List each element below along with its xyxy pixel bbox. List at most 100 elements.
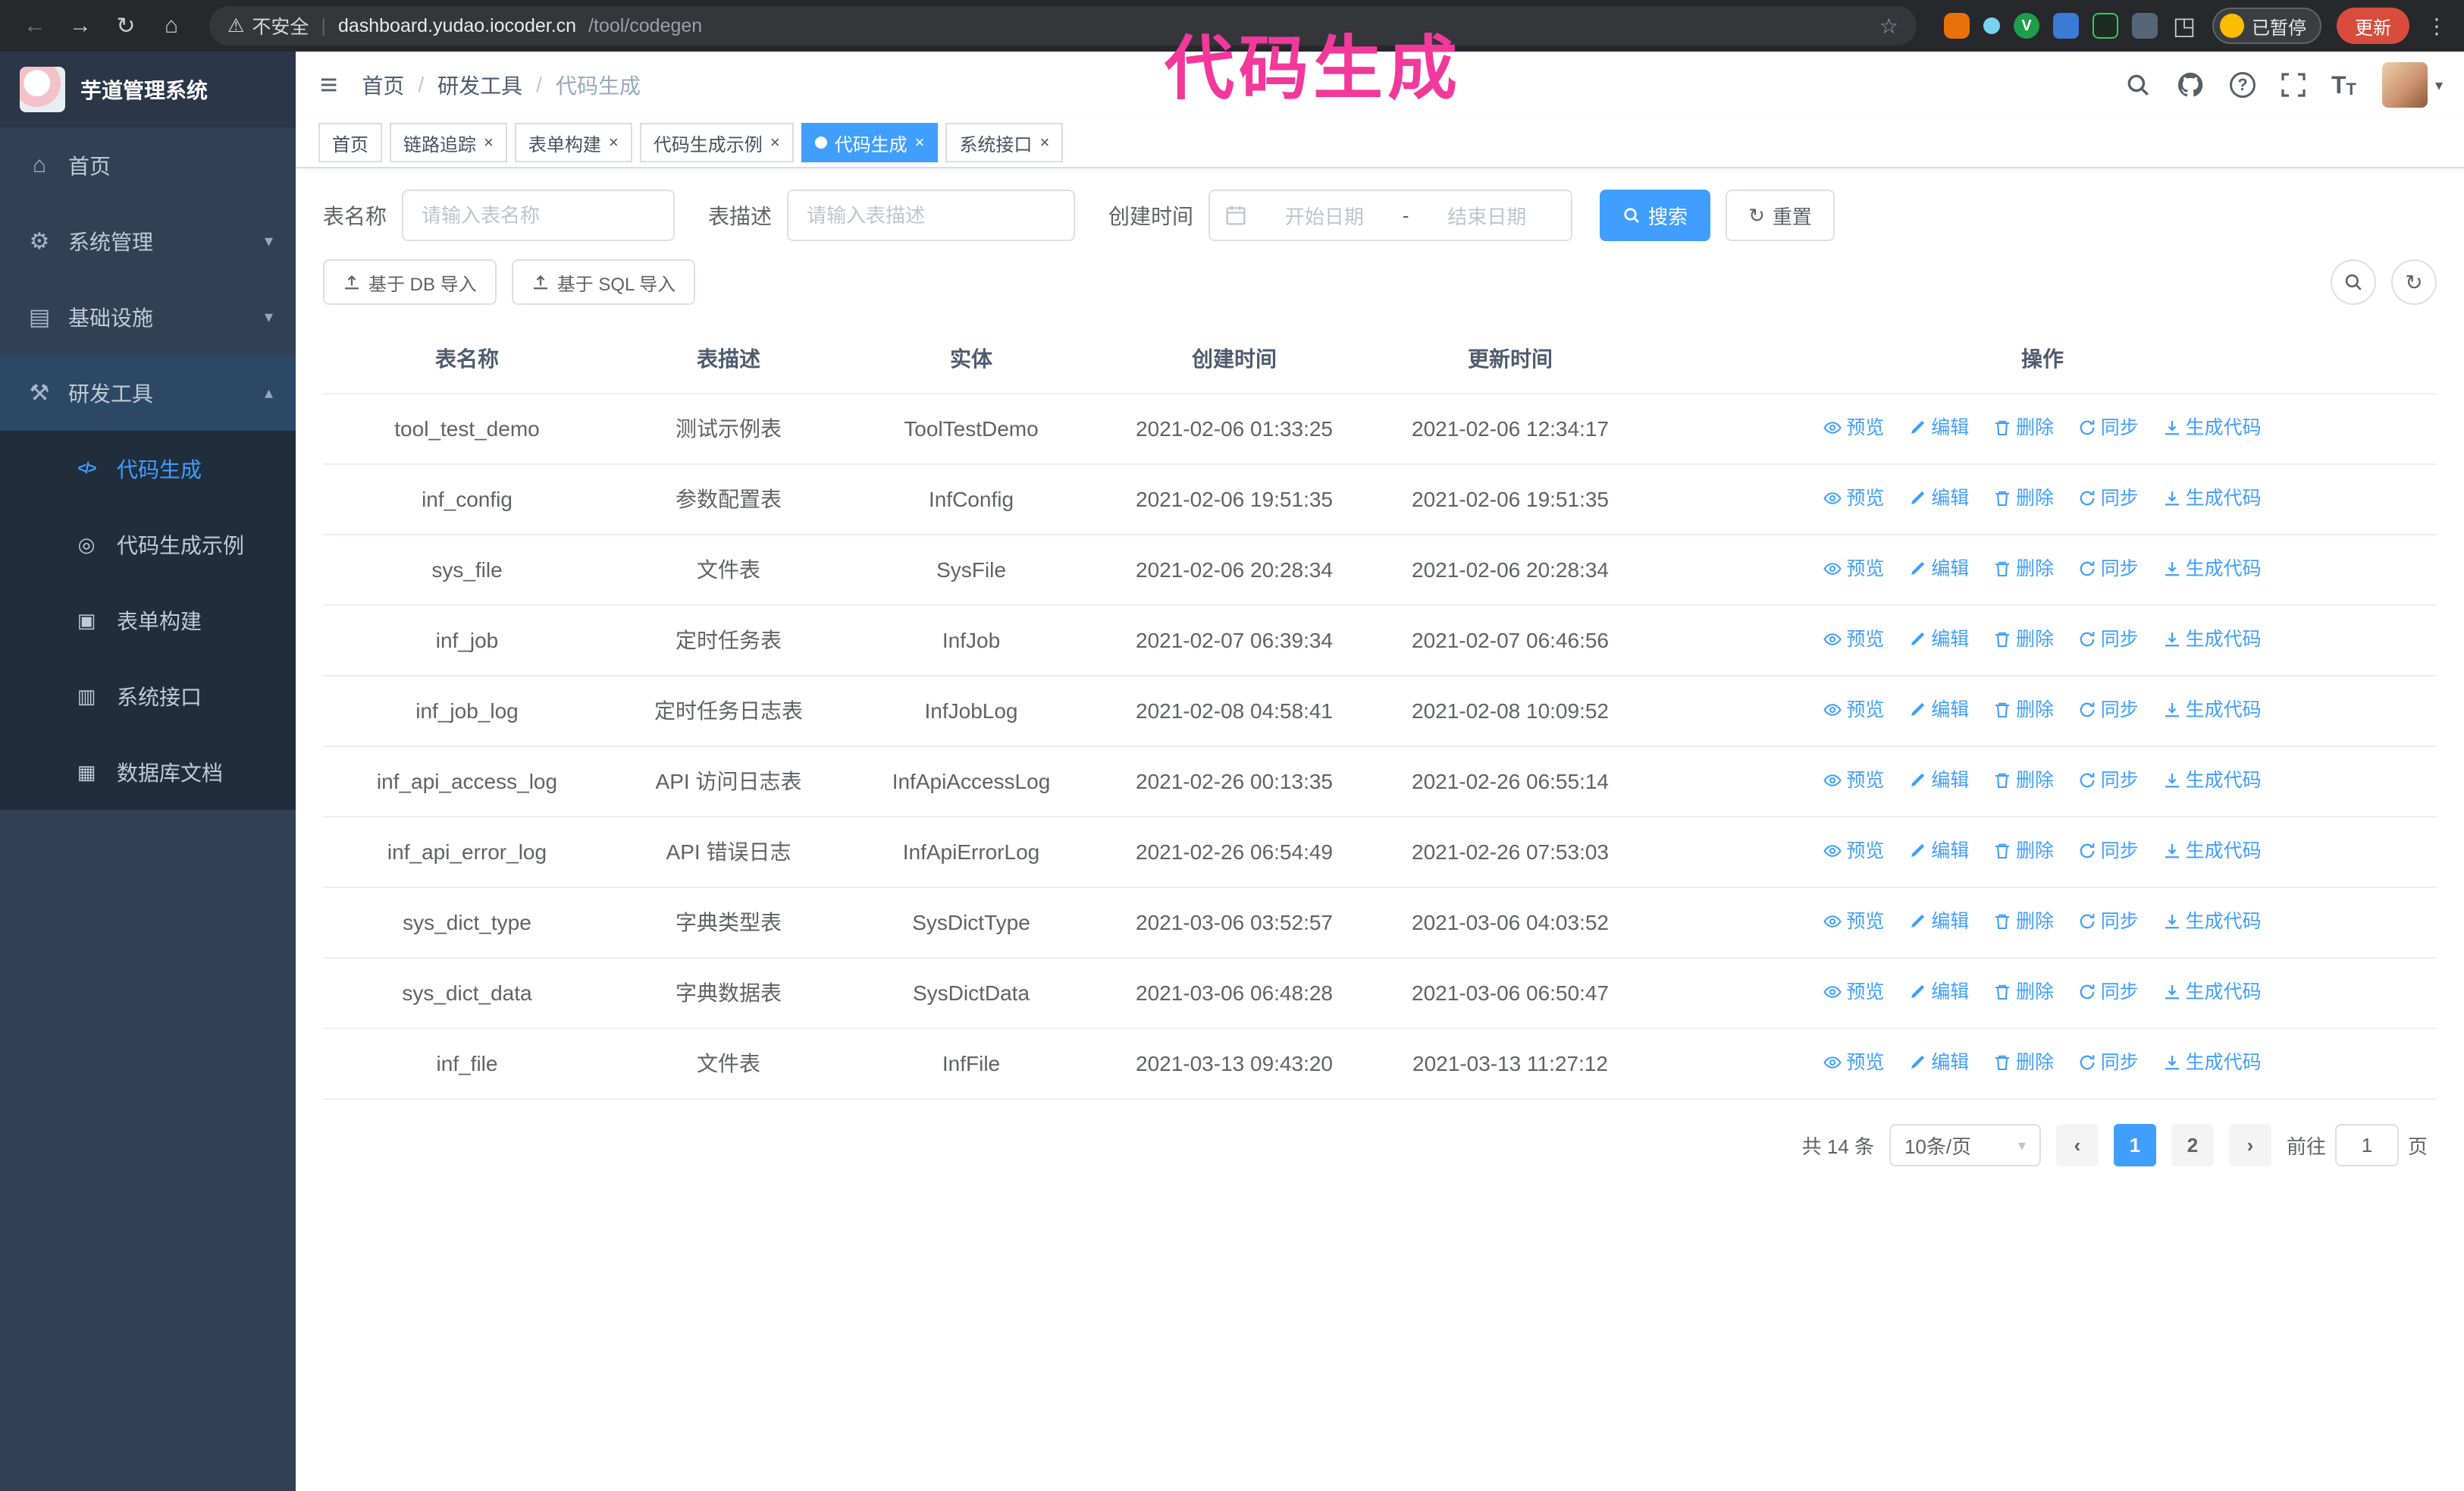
generate-code-link[interactable]: 生成代码 [2163, 764, 2262, 797]
sidebar-item-database-doc[interactable]: ▦ 数据库文档 [0, 734, 296, 810]
browser-reload-icon[interactable]: ↻ [106, 13, 146, 39]
import-db-button[interactable]: 基于 DB 导入 [323, 259, 497, 305]
breadcrumb-dev-tools[interactable]: 研发工具 [437, 70, 522, 100]
generate-code-link[interactable]: 生成代码 [2163, 482, 2262, 515]
sync-link[interactable]: 同步 [2078, 411, 2139, 444]
breadcrumb-home[interactable]: 首页 [362, 70, 404, 100]
edit-link[interactable]: 编辑 [1908, 834, 1969, 868]
delete-link[interactable]: 删除 [1993, 1046, 2054, 1079]
tab-form-builder[interactable]: 表单构建 × [514, 123, 632, 162]
help-icon[interactable]: ? [2229, 72, 2256, 98]
app-logo-row[interactable]: 芋道管理系统 [0, 52, 296, 127]
browser-forward-icon[interactable]: → [61, 13, 100, 39]
address-bar[interactable]: ⚠ 不安全 | dashboard.yudao.iocoder.cn/tool/… [209, 6, 1917, 46]
sidebar-item-codegen[interactable]: </> 代码生成 [0, 431, 296, 507]
date-range-picker[interactable]: 开始日期 - 结束日期 [1208, 190, 1573, 241]
delete-link[interactable]: 删除 [1993, 975, 2054, 1009]
close-icon[interactable]: × [609, 134, 619, 151]
edit-link[interactable]: 编辑 [1908, 764, 1969, 797]
tab-system-api[interactable]: 系统接口 × [945, 123, 1064, 162]
edit-link[interactable]: 编辑 [1908, 623, 1969, 656]
preview-link[interactable]: 预览 [1823, 552, 1884, 585]
edit-link[interactable]: 编辑 [1908, 693, 1969, 727]
toggle-search-button[interactable] [2331, 259, 2376, 305]
sidebar-item-system-management[interactable]: ⚙ 系统管理 ▾ [0, 203, 296, 279]
preview-link[interactable]: 预览 [1823, 905, 1884, 938]
sync-link[interactable]: 同步 [2078, 693, 2139, 727]
extension-icon-6[interactable] [2132, 13, 2158, 39]
goto-page-input[interactable] [2334, 1124, 2399, 1166]
sidebar-item-form-builder[interactable]: ▣ 表单构建 [0, 582, 296, 658]
delete-link[interactable]: 删除 [1993, 482, 2054, 515]
generate-code-link[interactable]: 生成代码 [2163, 693, 2262, 727]
sidebar-item-dev-tools[interactable]: ⚒ 研发工具 ▴ [0, 355, 296, 431]
security-warning[interactable]: ⚠ 不安全 [227, 12, 309, 39]
preview-link[interactable]: 预览 [1823, 1046, 1884, 1079]
prev-page-button[interactable]: ‹ [2055, 1124, 2099, 1166]
search-button[interactable]: 搜索 [1600, 190, 1711, 241]
browser-menu-icon[interactable]: ⋮ [2425, 14, 2449, 39]
delete-link[interactable]: 删除 [1993, 764, 2054, 797]
search-icon[interactable] [2125, 72, 2151, 98]
generate-code-link[interactable]: 生成代码 [2163, 975, 2262, 1009]
edit-link[interactable]: 编辑 [1908, 552, 1969, 585]
generate-code-link[interactable]: 生成代码 [2163, 552, 2262, 585]
preview-link[interactable]: 预览 [1823, 975, 1884, 1009]
profile-paused-badge[interactable]: 已暂停 [2212, 8, 2321, 44]
sync-link[interactable]: 同步 [2078, 482, 2139, 515]
delete-link[interactable]: 删除 [1993, 411, 2054, 444]
sidebar-item-home[interactable]: ⌂ 首页 [0, 127, 296, 203]
next-page-button[interactable]: › [2228, 1124, 2271, 1166]
page-button-2[interactable]: 2 [2171, 1124, 2214, 1166]
generate-code-link[interactable]: 生成代码 [2163, 905, 2262, 938]
user-menu[interactable]: ▾ [2381, 62, 2443, 108]
hamburger-icon[interactable]: ≡ [296, 68, 362, 102]
delete-link[interactable]: 删除 [1993, 834, 2054, 868]
refresh-table-button[interactable]: ↻ [2391, 259, 2437, 305]
tab-codegen[interactable]: 代码生成 × [801, 123, 939, 162]
table-name-input[interactable] [402, 190, 676, 241]
delete-link[interactable]: 删除 [1993, 693, 2054, 727]
tab-codegen-example[interactable]: 代码生成示例 × [639, 123, 794, 162]
extension-icon-1[interactable] [1944, 13, 1970, 39]
preview-link[interactable]: 预览 [1823, 764, 1884, 797]
sidebar-item-codegen-example[interactable]: ◎ 代码生成示例 [0, 507, 296, 582]
sync-link[interactable]: 同步 [2078, 834, 2139, 868]
table-desc-input[interactable] [787, 190, 1076, 241]
tab-trace[interactable]: 链路追踪 × [390, 123, 507, 162]
browser-home-icon[interactable]: ⌂ [152, 13, 191, 39]
preview-link[interactable]: 预览 [1823, 482, 1884, 515]
sidebar-item-system-api[interactable]: ▥ 系统接口 [0, 658, 296, 734]
preview-link[interactable]: 预览 [1823, 834, 1884, 868]
import-sql-button[interactable]: 基于 SQL 导入 [511, 259, 696, 305]
preview-link[interactable]: 预览 [1823, 411, 1884, 444]
sidebar-item-infrastructure[interactable]: ▤ 基础设施 ▾ [0, 279, 296, 355]
edit-link[interactable]: 编辑 [1908, 411, 1969, 444]
edit-link[interactable]: 编辑 [1908, 905, 1969, 938]
extension-icon-3[interactable]: V [2014, 13, 2039, 39]
sync-link[interactable]: 同步 [2078, 905, 2139, 938]
tab-home[interactable]: 首页 [318, 123, 382, 162]
preview-link[interactable]: 预览 [1823, 623, 1884, 656]
close-icon[interactable]: × [484, 134, 494, 151]
generate-code-link[interactable]: 生成代码 [2163, 623, 2262, 656]
delete-link[interactable]: 删除 [1993, 623, 2054, 656]
bookmark-star-icon[interactable]: ☆ [1879, 14, 1898, 39]
page-size-select[interactable]: 10条/页 ▾ [1889, 1124, 2041, 1166]
generate-code-link[interactable]: 生成代码 [2163, 1046, 2262, 1079]
generate-code-link[interactable]: 生成代码 [2163, 834, 2262, 868]
browser-update-button[interactable]: 更新 [2337, 8, 2409, 44]
sync-link[interactable]: 同步 [2078, 975, 2139, 1009]
github-icon[interactable] [2177, 71, 2204, 99]
page-button-1[interactable]: 1 [2113, 1124, 2156, 1166]
delete-link[interactable]: 删除 [1993, 905, 2054, 938]
reset-button[interactable]: ↻ 重置 [1726, 190, 1835, 241]
edit-link[interactable]: 编辑 [1908, 1046, 1969, 1079]
preview-link[interactable]: 预览 [1823, 693, 1884, 727]
extension-icon-5[interactable] [2093, 13, 2118, 39]
extension-icon-4[interactable] [2053, 13, 2079, 39]
close-icon[interactable]: × [1039, 134, 1049, 151]
fullscreen-icon[interactable] [2281, 73, 2306, 97]
edit-link[interactable]: 编辑 [1908, 975, 1969, 1009]
font-size-icon[interactable]: TT [2331, 71, 2356, 99]
